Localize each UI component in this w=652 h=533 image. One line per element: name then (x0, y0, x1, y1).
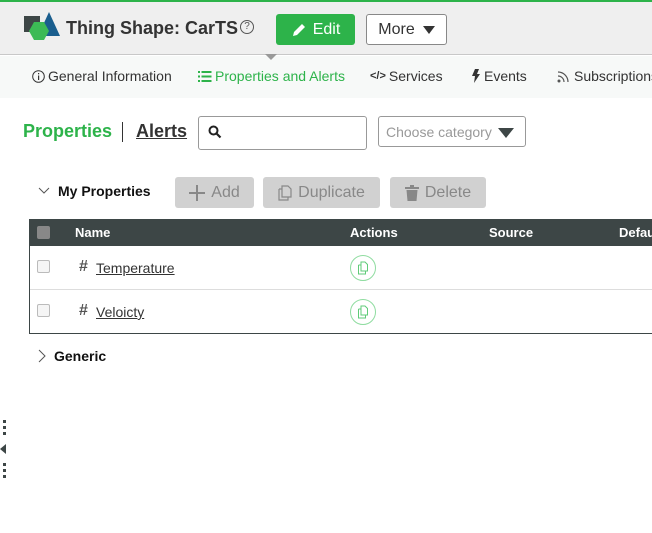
caret-down-icon (422, 25, 435, 34)
info-icon (32, 69, 45, 83)
help-icon[interactable]: ? (240, 20, 254, 34)
sidebar-collapse-handle[interactable] (0, 418, 10, 480)
group-label: My Properties (58, 183, 151, 199)
duplicate-icon (278, 184, 292, 201)
delete-label: Delete (424, 183, 472, 201)
table-row: # Veloicty (30, 290, 652, 334)
table-header: Name Actions Source Defau (30, 220, 652, 246)
properties-table: Name Actions Source Defau # Temperature … (29, 219, 652, 334)
number-type-icon: # (79, 258, 88, 275)
tab-properties-and-alerts[interactable]: Properties and Alerts (198, 68, 345, 84)
tab-label: Properties and Alerts (215, 68, 345, 84)
more-label: More (378, 20, 415, 38)
properties-subtab[interactable]: Properties (23, 121, 112, 142)
column-header-name[interactable]: Name (75, 225, 110, 240)
number-type-icon: # (79, 302, 88, 319)
row-checkbox[interactable] (37, 304, 50, 317)
tab-label: General Information (48, 68, 172, 84)
duplicate-label: Duplicate (298, 183, 365, 201)
code-icon: </> (370, 70, 386, 82)
tab-events[interactable]: Events (471, 68, 527, 84)
list-icon (198, 70, 212, 82)
add-label: Add (211, 183, 240, 201)
edit-button[interactable]: Edit (276, 14, 355, 45)
my-properties-toggle[interactable]: My Properties (38, 183, 151, 199)
property-name-link[interactable]: Temperature (96, 260, 175, 276)
duplicate-icon (358, 305, 368, 319)
tab-subscriptions[interactable]: Subscriptions (557, 68, 652, 84)
property-name-link[interactable]: Veloicty (96, 304, 144, 320)
lightning-icon (472, 69, 480, 83)
active-tab-pointer (265, 54, 277, 60)
category-placeholder: Choose category (386, 124, 492, 140)
header-bar: Thing Shape: CarTS ? Edit More (0, 0, 652, 55)
tab-bar: General Information Properties and Alert… (0, 54, 652, 98)
thing-shape-logo-icon (24, 12, 60, 40)
search-icon (208, 125, 222, 139)
chevron-down-icon (38, 187, 50, 194)
caret-down-icon (498, 128, 514, 138)
rss-icon (557, 71, 569, 83)
row-checkbox[interactable] (37, 260, 50, 273)
column-header-source[interactable]: Source (489, 225, 533, 240)
tab-label: Subscriptions (574, 68, 652, 84)
tab-label: Events (484, 68, 527, 84)
edit-label: Edit (312, 20, 341, 38)
page-title: Thing Shape: CarTS (66, 18, 239, 38)
tab-services[interactable]: </> Services (370, 68, 443, 84)
delete-button[interactable]: Delete (390, 177, 486, 208)
chevron-right-icon (38, 349, 46, 363)
duplicate-row-button[interactable] (350, 255, 376, 281)
tab-label: Services (388, 68, 443, 84)
column-header-actions: Actions (350, 225, 398, 240)
plus-icon (189, 184, 206, 201)
category-select[interactable]: Choose category (378, 116, 526, 147)
table-row: # Temperature (30, 246, 652, 290)
column-header-default[interactable]: Defau (619, 225, 652, 240)
more-button[interactable]: More (366, 14, 447, 45)
search-input[interactable] (227, 123, 362, 143)
trash-icon (404, 184, 419, 201)
pencil-icon (292, 23, 305, 36)
alerts-subtab[interactable]: Alerts (136, 121, 187, 142)
search-box[interactable] (198, 116, 367, 150)
generic-toggle[interactable]: Generic (38, 348, 106, 364)
select-all-checkbox[interactable] (37, 226, 50, 239)
add-button[interactable]: Add (175, 177, 254, 208)
duplicate-button[interactable]: Duplicate (263, 177, 380, 208)
duplicate-icon (358, 261, 368, 275)
tab-general-information[interactable]: General Information (32, 68, 172, 84)
group-label: Generic (54, 348, 107, 364)
subnav-divider (122, 122, 123, 142)
duplicate-row-button[interactable] (350, 299, 376, 325)
